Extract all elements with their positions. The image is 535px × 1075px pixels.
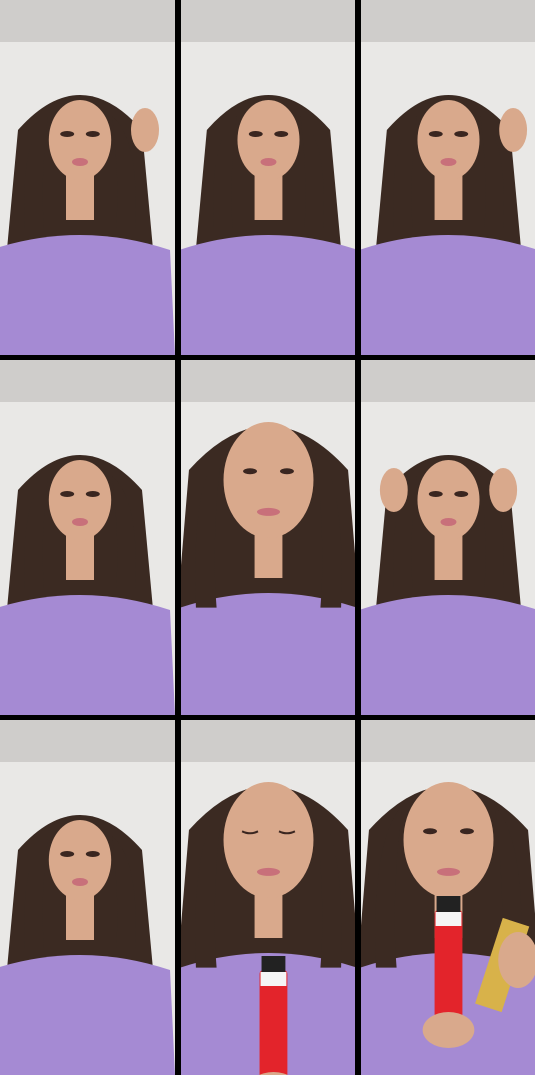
video-frame bbox=[181, 720, 355, 1075]
video-frame bbox=[361, 360, 535, 715]
frame-picture bbox=[181, 720, 355, 1075]
lighter bbox=[434, 896, 463, 1020]
video-frame bbox=[361, 0, 535, 355]
lighter bbox=[259, 956, 288, 1075]
video-frame bbox=[0, 720, 175, 1075]
frame-picture bbox=[361, 360, 535, 715]
frame-picture bbox=[181, 0, 355, 355]
frame-picture bbox=[361, 720, 535, 1075]
frame-picture bbox=[0, 360, 175, 715]
frame-picture bbox=[0, 0, 175, 355]
frame-picture bbox=[361, 0, 535, 355]
frame-grid bbox=[0, 0, 535, 1075]
video-frame bbox=[361, 720, 535, 1075]
frame-picture bbox=[0, 720, 175, 1075]
frame-picture bbox=[181, 360, 355, 715]
video-frame bbox=[181, 360, 355, 715]
video-frame bbox=[181, 0, 355, 355]
video-frame bbox=[0, 0, 175, 355]
video-frame bbox=[0, 360, 175, 715]
